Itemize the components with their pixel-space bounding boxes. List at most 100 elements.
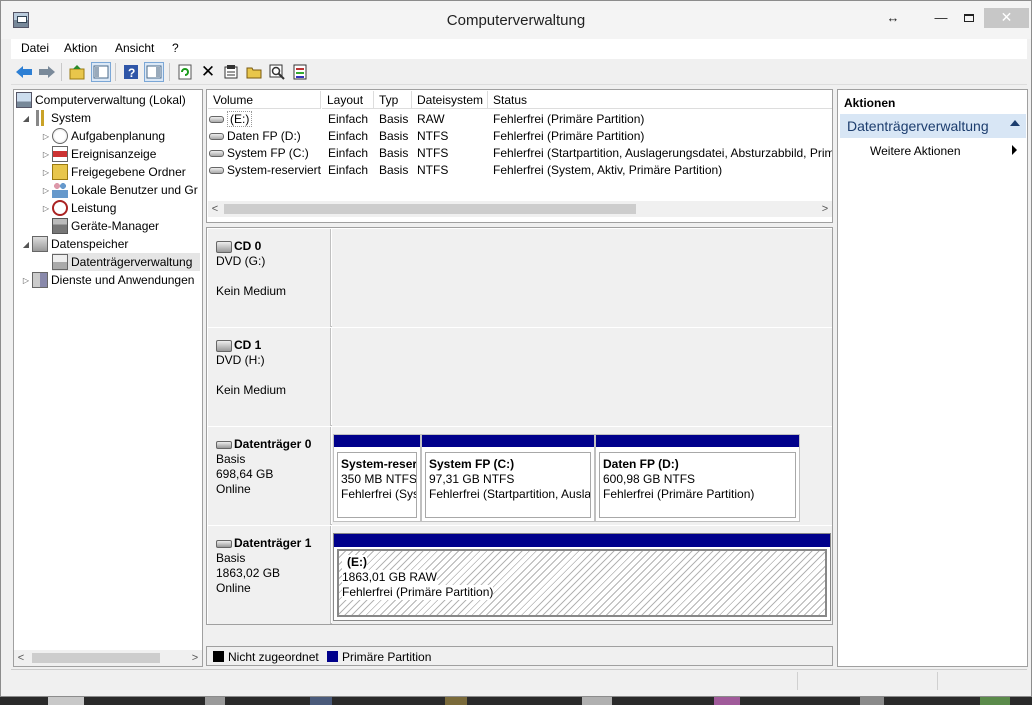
tree-item-system[interactable]: ◢ System (20, 109, 91, 127)
taskbar-item[interactable] (205, 697, 225, 705)
partition-status: Fehlerfrei (Sys (341, 487, 417, 501)
volume-list-horizontal-scrollbar[interactable]: < > (208, 201, 832, 217)
collapsed-arrow-icon[interactable]: ▷ (40, 132, 52, 141)
search-icon[interactable] (267, 62, 287, 82)
shared-folder-icon (52, 164, 68, 180)
storage-icon (32, 236, 48, 252)
properties-icon[interactable] (221, 62, 241, 82)
close-button[interactable]: ✕ (984, 8, 1029, 28)
tree-item-label: Computerverwaltung (Lokal) (35, 93, 186, 107)
tree-item-datentraegerverwaltung[interactable]: Datenträgerverwaltung (52, 253, 200, 271)
column-header-status[interactable]: Status (488, 91, 832, 109)
column-header-volume[interactable]: Volume (208, 91, 321, 109)
collapsed-arrow-icon[interactable]: ▷ (20, 276, 32, 285)
taskbar-item[interactable] (445, 697, 467, 705)
delete-icon[interactable]: ✕ (198, 62, 218, 82)
open-icon[interactable] (244, 62, 264, 82)
disk-label[interactable]: CD 0 DVD (G:) Kein Medium (208, 229, 331, 327)
partition-name: (E:) (342, 555, 367, 570)
scroll-right-icon[interactable]: > (188, 650, 202, 666)
submenu-arrow-icon[interactable] (1012, 145, 1017, 155)
collapsed-arrow-icon[interactable]: ▷ (40, 150, 52, 159)
maximize-icon (964, 14, 974, 22)
partition-size: 600,98 GB NTFS (603, 472, 696, 486)
primary-partition-band (596, 435, 799, 447)
taskbar-item[interactable] (582, 697, 612, 705)
taskbar-item[interactable] (860, 697, 884, 705)
maximize-button[interactable] (959, 9, 979, 29)
minimize-button[interactable]: — (931, 9, 951, 29)
partition-name: System FP (C:) (429, 457, 515, 471)
scroll-left-icon[interactable]: < (14, 650, 28, 666)
tree-horizontal-scrollbar[interactable]: < > (14, 650, 202, 666)
taskbar-item[interactable] (310, 697, 332, 705)
tree-item-label: Ereignisanzeige (71, 147, 157, 161)
tree-item-ereignisanzeige[interactable]: ▷ Ereignisanzeige (40, 145, 156, 163)
expanded-arrow-icon[interactable]: ◢ (20, 114, 32, 123)
menu-datei[interactable]: Datei (21, 41, 49, 55)
scroll-thumb[interactable] (32, 653, 160, 663)
drive-icon (209, 133, 224, 141)
disk-area (332, 229, 832, 327)
tree-item-lokale-benutzer[interactable]: ▷ Lokale Benutzer und Gr (40, 181, 198, 199)
scroll-thumb[interactable] (224, 204, 636, 214)
computer-icon (16, 92, 32, 108)
dateisystem-cell: NTFS (417, 129, 449, 143)
drive-icon (209, 116, 224, 124)
column-header-dateisystem[interactable]: Dateisystem (412, 91, 488, 109)
show-hide-action-pane-icon[interactable] (144, 62, 164, 82)
forward-icon[interactable] (37, 62, 57, 82)
partition-system-c[interactable]: System FP (C:) 97,31 GB NTFS Fehlerfrei … (421, 434, 595, 522)
tree-item-freigegebene-ordner[interactable]: ▷ Freigegebene Ordner (40, 163, 186, 181)
menu-help[interactable]: ? (172, 41, 179, 55)
tree-item-label: Freigegebene Ordner (71, 165, 186, 179)
disk-label[interactable]: Datenträger 0 Basis 698,64 GB Online (208, 427, 331, 525)
toolbar-separator (169, 63, 170, 81)
back-icon[interactable] (14, 62, 34, 82)
partition-system-reserved[interactable]: System-reser 350 MB NTFS Fehlerfrei (Sys (333, 434, 421, 522)
collapsed-arrow-icon[interactable]: ▷ (40, 204, 52, 213)
menu-ansicht[interactable]: Ansicht (115, 41, 154, 55)
partition-status: Fehlerfrei (Primäre Partition) (342, 585, 494, 600)
collapse-up-icon[interactable] (1010, 120, 1020, 126)
disk-row-cd0: CD 0 DVD (G:) Kein Medium (208, 229, 832, 327)
partition-e[interactable]: (E:) 1863,01 GB RAW Fehlerfrei (Primäre … (333, 533, 831, 621)
taskbar-item[interactable] (48, 697, 84, 705)
export-icon[interactable] (290, 62, 310, 82)
collapsed-arrow-icon[interactable]: ▷ (40, 186, 52, 195)
disk-label[interactable]: CD 1 DVD (H:) Kein Medium (208, 328, 331, 426)
event-viewer-icon (52, 146, 68, 162)
show-hide-tree-icon[interactable] (91, 62, 111, 82)
typ-cell: Basis (379, 129, 409, 143)
collapsed-arrow-icon[interactable]: ▷ (40, 168, 52, 177)
refresh-icon[interactable] (175, 62, 195, 82)
menu-aktion[interactable]: Aktion (64, 41, 97, 55)
legend: Nicht zugeordnet Primäre Partition (206, 646, 833, 666)
resize-icon[interactable]: ↔ (883, 9, 903, 29)
column-header-layout[interactable]: Layout (322, 91, 374, 109)
scroll-left-icon[interactable]: < (208, 201, 222, 217)
status-segment (937, 672, 1025, 690)
tree-item-datenspeicher[interactable]: ◢ Datenspeicher (20, 235, 128, 253)
tree-item-geraete-manager[interactable]: Geräte-Manager (52, 217, 159, 235)
tree-item-leistung[interactable]: ▷ Leistung (40, 199, 116, 217)
actions-section-datentraegerverwaltung[interactable]: Datenträgerverwaltung (840, 114, 1026, 138)
partition-daten-d[interactable]: Daten FP (D:) 600,98 GB NTFS Fehlerfrei … (595, 434, 800, 522)
scroll-right-icon[interactable]: > (818, 201, 832, 217)
taskbar-item[interactable] (714, 697, 740, 705)
tree-item-dienste[interactable]: ▷ Dienste und Anwendungen (20, 271, 194, 289)
tree-item-aufgabenplanung[interactable]: ▷ Aufgabenplanung (40, 127, 165, 145)
taskbar-item[interactable] (980, 697, 1010, 705)
up-folder-icon[interactable] (67, 62, 87, 82)
help-icon[interactable]: ? (121, 62, 141, 82)
column-header-typ[interactable]: Typ (374, 91, 412, 109)
disk-label[interactable]: Datenträger 1 Basis 1863,02 GB Online (208, 526, 331, 624)
expanded-arrow-icon[interactable]: ◢ (20, 240, 32, 249)
layout-cell: Einfach (328, 146, 369, 160)
tree-item-label: Dienste und Anwendungen (51, 273, 195, 287)
primary-partition-band (334, 534, 830, 547)
disk-type: DVD (H:) (216, 353, 265, 367)
action-weitere-aktionen[interactable]: Weitere Aktionen (870, 144, 961, 158)
tree-item-root[interactable]: Computerverwaltung (Lokal) (16, 91, 186, 109)
tree-item-label: Geräte-Manager (71, 219, 160, 233)
